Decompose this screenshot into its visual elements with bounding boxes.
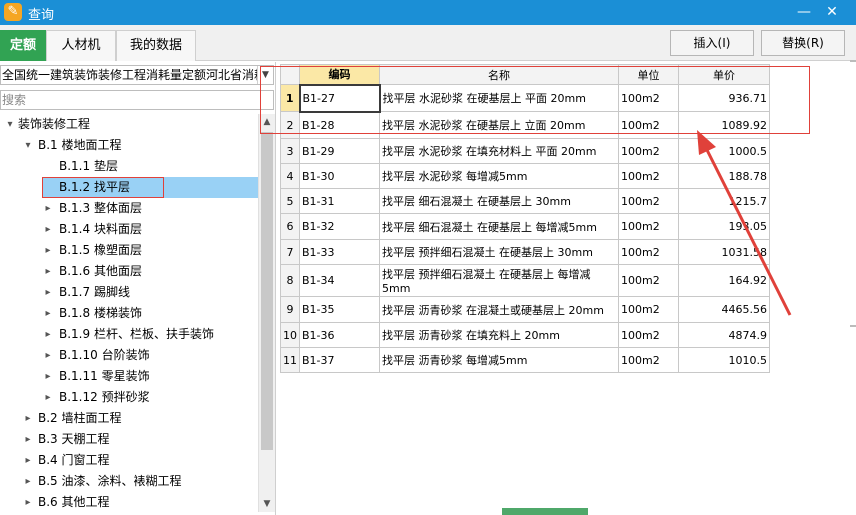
edge-mark (850, 325, 856, 327)
bottom-splitter[interactable] (502, 508, 588, 515)
edge-mark (850, 60, 856, 62)
annotation-arrow (697, 130, 792, 316)
arrow-head (697, 130, 716, 155)
arrow-shaft (704, 147, 792, 316)
